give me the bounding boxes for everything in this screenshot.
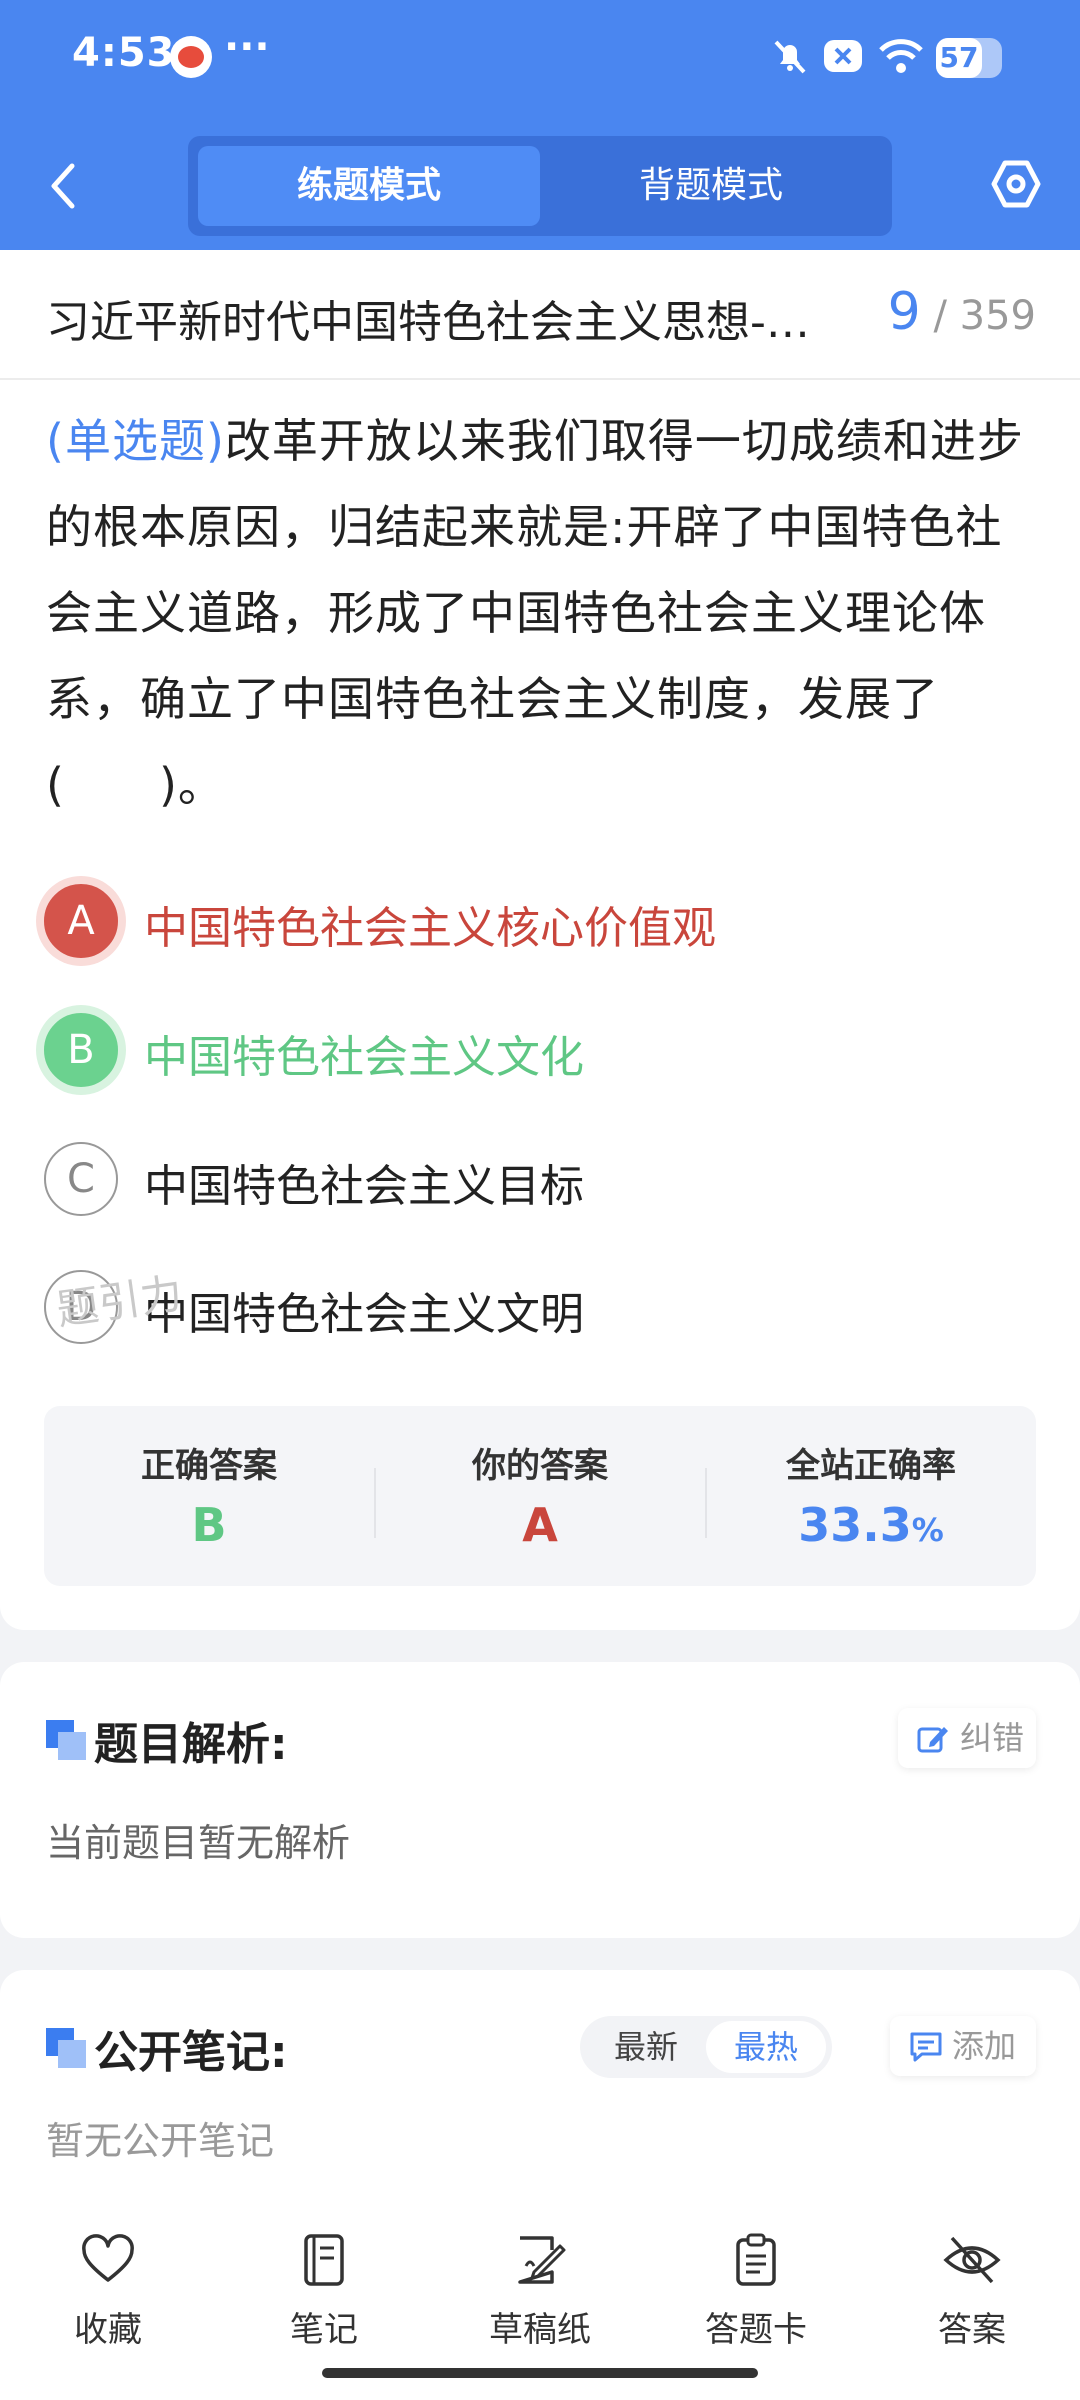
- your-answer-label: 你的答案: [472, 1446, 608, 1486]
- add-note-label: 添加: [952, 2027, 1017, 2065]
- battery-level: 57: [936, 38, 982, 78]
- add-note-button[interactable]: 添加: [890, 2016, 1036, 2076]
- back-arrow-icon[interactable]: [40, 158, 90, 214]
- question-bank-title: 习近平新时代中国特色社会主义思想-…: [46, 297, 810, 348]
- option-letter: B: [44, 1013, 118, 1087]
- mute-bell-icon: [774, 40, 806, 74]
- tab-memorize-mode[interactable]: 背题模式: [540, 146, 882, 226]
- accuracy-number: 33.3: [798, 1498, 912, 1552]
- data-saver-icon: [824, 40, 862, 72]
- option-c[interactable]: C 中国特色社会主义目标: [44, 1140, 1044, 1220]
- tab-practice-mode[interactable]: 练题模式: [198, 146, 540, 226]
- comment-icon: [910, 2032, 942, 2062]
- notes-label: 笔记: [290, 2310, 358, 2350]
- analysis-body: 当前题目暂无解析: [46, 1821, 351, 1865]
- answer-sheet-button[interactable]: 答题卡: [686, 2232, 826, 2351]
- show-answer-label: 答案: [938, 2310, 1006, 2350]
- current-index: 9: [887, 282, 921, 342]
- wifi-icon: [879, 39, 923, 73]
- home-indicator[interactable]: [322, 2368, 758, 2378]
- correct-answer-value: B: [191, 1498, 227, 1552]
- notes-button[interactable]: 笔记: [254, 2232, 394, 2351]
- analysis-title: 题目解析:: [94, 1719, 288, 1770]
- sort-latest[interactable]: 最新: [586, 2021, 706, 2073]
- clipboard-icon: [736, 2233, 776, 2286]
- option-letter: C: [44, 1142, 118, 1216]
- answer-stats: 正确答案 B 你的答案 A 全站正确率 33.3%: [44, 1406, 1036, 1586]
- your-answer-stat: 你的答案 A: [375, 1406, 705, 1586]
- status-bar: 4:53 ··· 57: [0, 0, 1080, 120]
- site-accuracy-label: 全站正确率: [786, 1446, 956, 1486]
- question-text: (单选题)改革开放以来我们取得一切成绩和进步的根本原因，归结起来就是:开辟了中国…: [46, 398, 1036, 828]
- notebook-icon: [304, 2234, 344, 2286]
- section-icon: [46, 1720, 86, 1760]
- option-text: 中国特色社会主义核心价值观: [144, 903, 716, 954]
- heart-icon: [82, 2234, 134, 2282]
- mode-switch: 练题模式 背题模式: [188, 136, 892, 236]
- favorite-label: 收藏: [74, 2310, 142, 2350]
- analysis-card: 题目解析: 纠错 当前题目暂无解析: [0, 1662, 1080, 1938]
- option-text: 中国特色社会主义目标: [144, 1161, 584, 1212]
- accuracy-unit: %: [911, 1511, 944, 1549]
- favorite-button[interactable]: 收藏: [38, 2232, 178, 2351]
- show-answer-button[interactable]: 答案: [902, 2232, 1042, 2351]
- question-body: 改革开放以来我们取得一切成绩和进步的根本原因，归结起来就是:开辟了中国特色社会主…: [46, 414, 1024, 812]
- edit-icon: [917, 1727, 948, 1753]
- notes-sort-toggle: 最新 最热: [580, 2016, 832, 2078]
- scratchpad-button[interactable]: 草稿纸: [470, 2232, 610, 2351]
- eye-off-icon: [943, 2236, 1001, 2284]
- option-b[interactable]: B 中国特色社会主义文化: [44, 1011, 1044, 1091]
- option-letter: A: [44, 884, 118, 958]
- your-answer-value: A: [522, 1498, 558, 1552]
- sort-hottest[interactable]: 最热: [706, 2021, 826, 2073]
- settings-icon[interactable]: [990, 158, 1042, 210]
- question-type: (单选题): [46, 414, 225, 468]
- question-counter[interactable]: 9 / 359: [888, 282, 1036, 342]
- notes-body: 暂无公开笔记: [46, 2119, 275, 2163]
- answer-sheet-label: 答题卡: [705, 2310, 807, 2350]
- report-error-button[interactable]: 纠错: [898, 1708, 1036, 1768]
- option-d[interactable]: D 中国特色社会主义文明: [44, 1268, 1044, 1348]
- site-accuracy-stat: 全站正确率 33.3%: [706, 1406, 1036, 1586]
- app-notification-icon: [170, 36, 212, 78]
- site-accuracy-value: 33.3%: [706, 1498, 1036, 1552]
- report-error-label: 纠错: [960, 1719, 1025, 1757]
- question-title-row: 习近平新时代中国特色社会主义思想-… 9 / 359: [0, 250, 1080, 380]
- more-notifications-icon: ···: [224, 24, 270, 70]
- option-text: 中国特色社会主义文化: [144, 1032, 584, 1083]
- correct-answer-label: 正确答案: [141, 1446, 277, 1486]
- option-a[interactable]: A 中国特色社会主义核心价值观: [44, 882, 1044, 962]
- scratchpad-icon: [518, 2236, 566, 2284]
- status-time: 4:53: [72, 30, 176, 76]
- option-text: 中国特色社会主义文明: [144, 1289, 584, 1340]
- correct-answer-stat: 正确答案 B: [44, 1406, 374, 1586]
- notes-title: 公开笔记:: [94, 2027, 288, 2078]
- battery-icon: 57: [936, 38, 1002, 78]
- section-icon: [46, 2028, 86, 2068]
- scratchpad-label: 草稿纸: [489, 2310, 591, 2350]
- total-count: / 359: [933, 293, 1036, 339]
